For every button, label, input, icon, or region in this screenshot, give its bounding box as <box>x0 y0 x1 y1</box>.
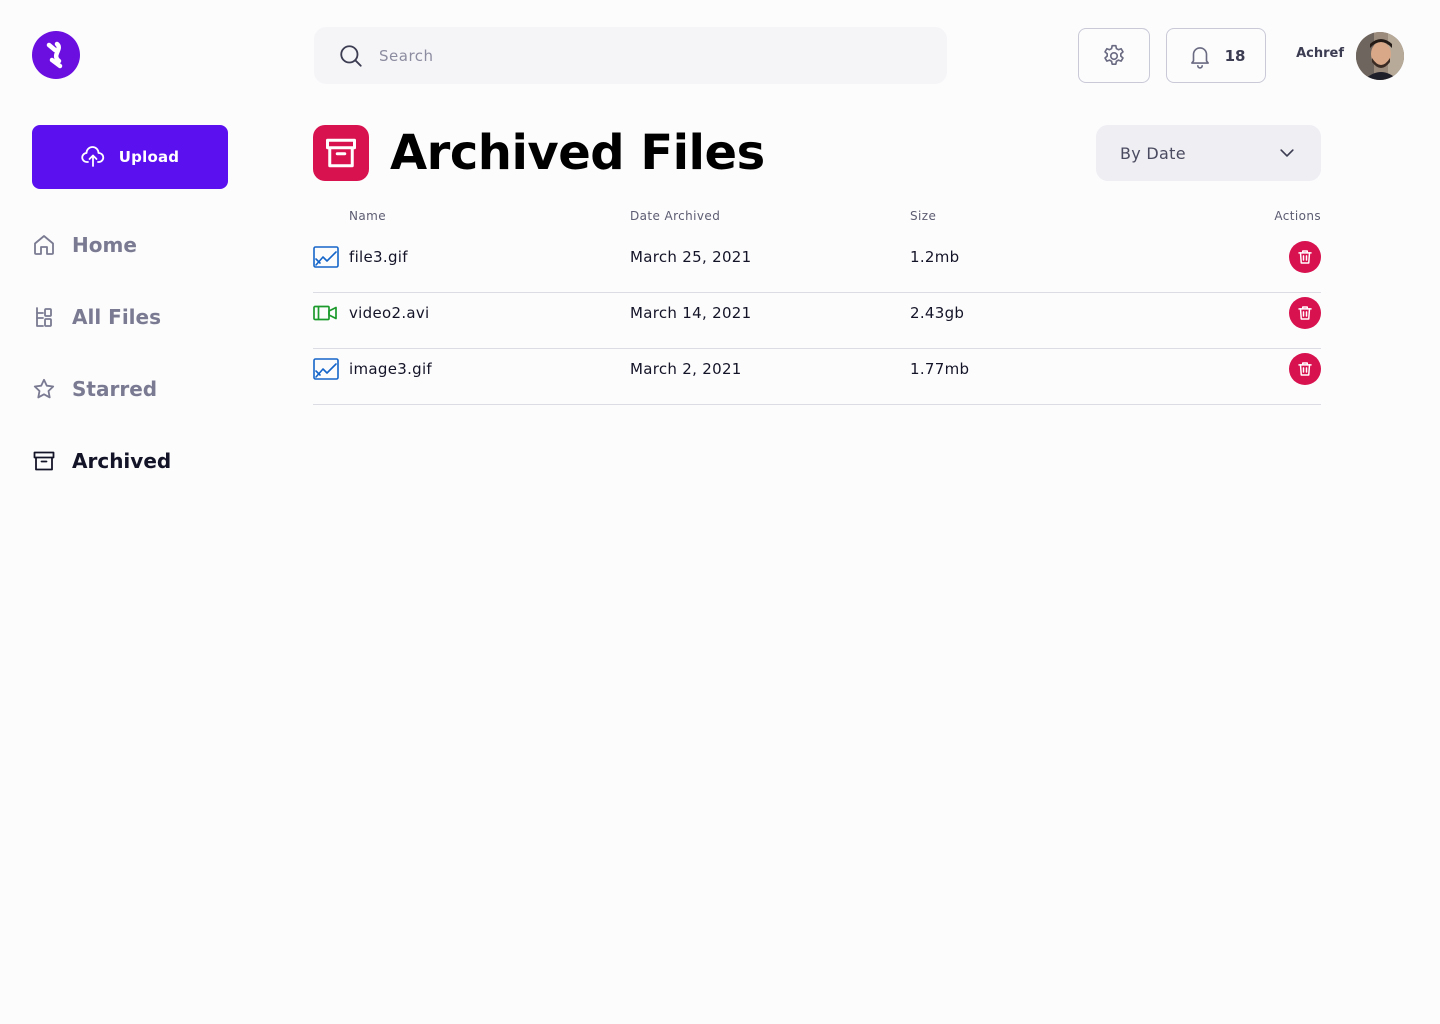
page-title: Archived Files <box>390 125 765 181</box>
file-name[interactable]: file3.gif <box>349 237 408 277</box>
file-date-archived: March 14, 2021 <box>630 304 752 322</box>
trash-icon <box>1298 250 1312 264</box>
settings-button[interactable] <box>1078 28 1150 83</box>
image-file-icon <box>313 349 339 389</box>
sidebar-item-label: Archived <box>72 449 172 473</box>
table-row[interactable]: image3.gif March 2, 2021 1.77mb <box>313 349 1321 405</box>
notification-count: 18 <box>1224 46 1246 65</box>
avatar[interactable] <box>1356 32 1404 80</box>
app-logo-icon[interactable] <box>32 31 80 79</box>
sidebar-item-all-files[interactable]: All Files <box>32 301 252 333</box>
star-icon <box>32 377 56 401</box>
video-file-icon <box>313 293 339 333</box>
table-row[interactable]: file3.gif March 25, 2021 1.2mb <box>313 237 1321 293</box>
column-header-size[interactable]: Size <box>910 209 936 225</box>
search-bar[interactable] <box>314 27 947 84</box>
column-header-name[interactable]: Name <box>349 209 386 225</box>
archive-icon <box>32 449 56 473</box>
table-row[interactable]: video2.avi March 14, 2021 2.43gb <box>313 293 1321 349</box>
upload-cloud-icon <box>81 146 104 167</box>
file-size: 1.2mb <box>910 248 960 266</box>
file-date-archived: March 25, 2021 <box>630 248 752 266</box>
sidebar-item-archived[interactable]: Archived <box>32 445 252 477</box>
home-icon <box>32 233 56 257</box>
search-icon <box>340 44 362 67</box>
delete-button[interactable] <box>1289 297 1321 329</box>
bell-icon <box>1190 46 1209 69</box>
chevron-down-icon <box>1280 149 1294 157</box>
sidebar-item-label: Home <box>72 233 137 257</box>
files-icon <box>32 305 56 329</box>
delete-button[interactable] <box>1289 353 1321 385</box>
sort-dropdown[interactable]: By Date <box>1096 125 1321 181</box>
archive-title-icon <box>313 125 369 181</box>
upload-button[interactable]: Upload <box>32 125 228 189</box>
file-size: 1.77mb <box>910 360 970 378</box>
search-input[interactable] <box>379 46 899 65</box>
upload-label: Upload <box>118 148 180 166</box>
file-date-archived: March 2, 2021 <box>630 360 742 378</box>
delete-button[interactable] <box>1289 241 1321 273</box>
notifications-button[interactable]: 18 <box>1166 28 1266 83</box>
sidebar-item-label: All Files <box>72 305 161 329</box>
file-name[interactable]: video2.avi <box>349 293 430 333</box>
sidebar-item-starred[interactable]: Starred <box>32 373 252 405</box>
trash-icon <box>1298 362 1312 376</box>
image-file-icon <box>313 237 339 277</box>
column-header-date[interactable]: Date Archived <box>630 209 720 225</box>
trash-icon <box>1298 306 1312 320</box>
sidebar-item-label: Starred <box>72 377 158 401</box>
file-name[interactable]: image3.gif <box>349 349 432 389</box>
file-size: 2.43gb <box>910 304 965 322</box>
column-header-actions: Actions <box>1274 209 1321 223</box>
gear-icon <box>1104 44 1124 65</box>
sort-selected-value: By Date <box>1120 143 1186 163</box>
sidebar-item-home[interactable]: Home <box>32 229 252 261</box>
user-name: Achref <box>1296 46 1344 61</box>
